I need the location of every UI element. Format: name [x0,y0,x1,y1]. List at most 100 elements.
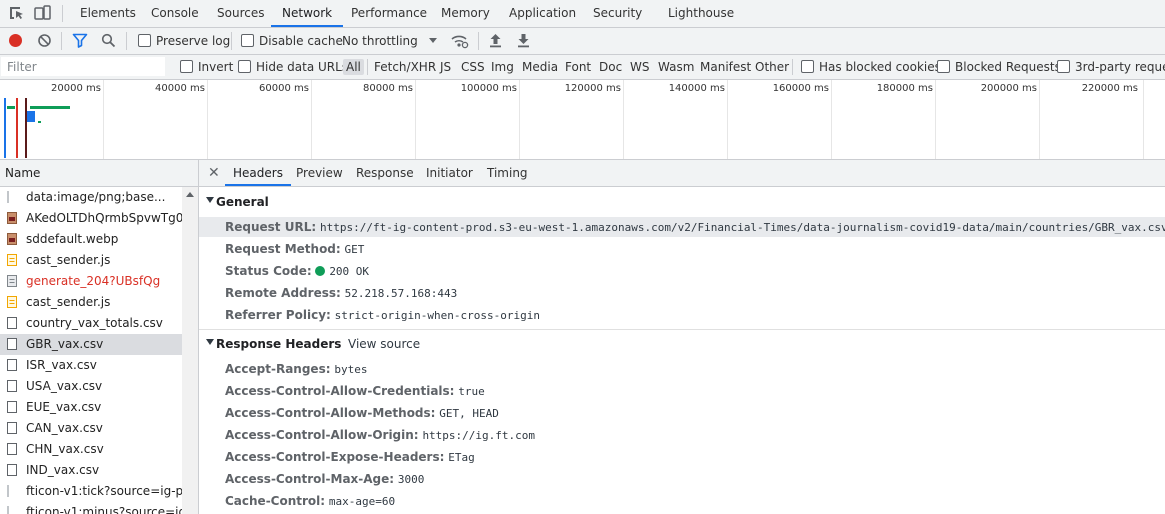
filter-type-ws[interactable]: WS [630,59,649,75]
record-icon[interactable] [9,34,22,47]
request-row[interactable]: AKedOLTDhQrmbSpvwTg0_Q [0,208,198,229]
tab-application[interactable]: Application [509,0,576,27]
network-conditions-icon[interactable] [451,33,469,52]
request-row[interactable]: ISR_vax.csv [0,355,182,376]
request-row[interactable]: USA_vax.csv [0,376,182,397]
request-row[interactable]: cast_sender.js [0,250,182,271]
filter-type-wasm[interactable]: Wasm [658,59,694,75]
hide-data-urls-checkbox[interactable] [238,60,251,73]
dom-content-loaded-marker [4,98,6,158]
tab-timing[interactable]: Timing [487,160,528,186]
disable-cache-label[interactable]: Disable cache [259,34,343,48]
response-header-row[interactable]: Access-Control-Expose-Headers: ETag [225,449,475,466]
invert-checkbox[interactable] [180,60,193,73]
tab-elements[interactable]: Elements [80,0,136,27]
filter-type-manifest[interactable]: Manifest [700,59,751,75]
blocked-requests-label[interactable]: Blocked Requests [955,60,1061,74]
referrer-policy-row[interactable]: Referrer Policy: strict-origin-when-cros… [225,307,540,324]
filter-type-css[interactable]: CSS [461,59,485,75]
request-row[interactable]: data:image/png;base... [0,187,182,208]
import-har-icon[interactable] [489,33,502,51]
expand-triangle-icon[interactable] [206,197,214,203]
request-row[interactable]: cast_sender.js [0,292,182,313]
response-header-row[interactable]: Access-Control-Allow-Methods: GET, HEAD [225,405,499,422]
tab-headers[interactable]: Headers [225,160,291,186]
file-icon [7,380,17,392]
hide-data-urls-label[interactable]: Hide data URLs [256,60,348,74]
tab-lighthouse[interactable]: Lighthouse [668,0,734,27]
tab-preview[interactable]: Preview [296,160,343,186]
close-icon[interactable]: ✕ [208,165,220,181]
scrollbar[interactable] [182,187,198,514]
request-method-row[interactable]: Request Method: GET [225,241,364,258]
image-icon [7,233,17,245]
request-row[interactable]: fticon-v1:minus?source=ig-pr [0,502,198,514]
chevron-down-icon[interactable] [429,38,437,43]
response-header-row[interactable]: Accept-Ranges: bytes [225,361,367,378]
filter-type-img[interactable]: Img [491,59,514,75]
request-row[interactable]: CHN_vax.csv [0,439,182,460]
tab-initiator[interactable]: Initiator [426,160,473,186]
filter-type-other[interactable]: Other [755,59,789,75]
response-headers-section-header[interactable]: Response Headers View source [199,335,1165,355]
name-column-header[interactable]: Name [0,160,198,187]
filter-type-doc[interactable]: Doc [599,59,622,75]
remote-address-row[interactable]: Remote Address: 52.218.57.168:443 [225,285,457,302]
tab-network[interactable]: Network [271,0,344,27]
request-row[interactable]: country_vax_totals.csv [0,313,182,334]
header-value: 200 OK [329,265,370,278]
request-row[interactable]: IND_vax.csv [0,460,182,481]
request-row[interactable]: sddefault.webp [0,229,182,250]
filter-type-media[interactable]: Media [522,59,558,75]
network-overview[interactable]: 20000 ms 40000 ms 60000 ms 80000 ms 1000… [0,80,1165,160]
tab-response[interactable]: Response [356,160,414,186]
request-row[interactable]: EUE_vax.csv [0,397,182,418]
tab-security[interactable]: Security [593,0,642,27]
search-icon[interactable] [101,33,116,51]
gridline [1143,80,1144,159]
third-party-checkbox[interactable] [1057,60,1070,73]
export-har-icon[interactable] [517,33,530,51]
response-header-row[interactable]: Access-Control-Allow-Origin: https://ig.… [225,427,535,444]
tab-performance[interactable]: Performance [351,0,427,27]
request-name: generate_204?UBsfQg [26,274,161,288]
preserve-log-label[interactable]: Preserve log [156,34,230,48]
blocked-requests-checkbox[interactable] [937,60,950,73]
response-header-row[interactable]: Access-Control-Allow-Credentials: true [225,383,485,400]
tab-console[interactable]: Console [151,0,199,27]
filter-type-all[interactable]: All [343,59,364,75]
status-code-row[interactable]: Status Code: 200 OK [225,263,369,280]
response-header-row[interactable]: Access-Control-Max-Age: 3000 [225,471,424,488]
view-source-link[interactable]: View source [348,337,420,351]
filter-type-fetch-xhr[interactable]: Fetch/XHR [374,59,436,75]
header-value: max-age=60 [328,495,396,508]
filter-icon[interactable] [72,33,88,51]
header-name: Access-Control-Allow-Methods: [225,406,436,420]
general-section-header[interactable]: General [199,193,1165,213]
expand-triangle-icon[interactable] [206,339,214,345]
clear-icon[interactable] [37,33,52,51]
inspect-element-icon[interactable] [8,5,26,21]
tab-memory[interactable]: Memory [441,0,490,27]
request-name: GBR_vax.csv [26,337,104,351]
invert-label[interactable]: Invert [198,60,233,74]
filter-type-js[interactable]: JS [440,59,451,75]
filter-input[interactable] [1,57,165,76]
request-row[interactable]: GBR_vax.csv [0,334,182,355]
request-url-row[interactable]: Request URL: https://ft-ig-content-prod.… [225,219,1165,236]
request-row[interactable]: fticon-v1:tick?source=ig-proje [0,481,198,502]
request-row[interactable]: CAN_vax.csv [0,418,182,439]
third-party-label[interactable]: 3rd-party requests [1075,60,1165,74]
blocked-cookies-label[interactable]: Has blocked cookies [819,60,941,74]
request-row[interactable]: generate_204?UBsfQg [0,271,182,292]
disable-cache-checkbox[interactable] [241,34,254,47]
data-icon [7,191,17,203]
throttling-select[interactable]: No throttling [342,34,418,48]
preserve-log-checkbox[interactable] [138,34,151,47]
blocked-cookies-checkbox[interactable] [801,60,814,73]
filter-type-font[interactable]: Font [565,59,591,75]
response-header-row[interactable]: Cache-Control: max-age=60 [225,493,395,510]
scroll-up-icon[interactable] [186,192,194,197]
tab-sources[interactable]: Sources [217,0,264,27]
device-toolbar-icon[interactable] [34,5,52,21]
